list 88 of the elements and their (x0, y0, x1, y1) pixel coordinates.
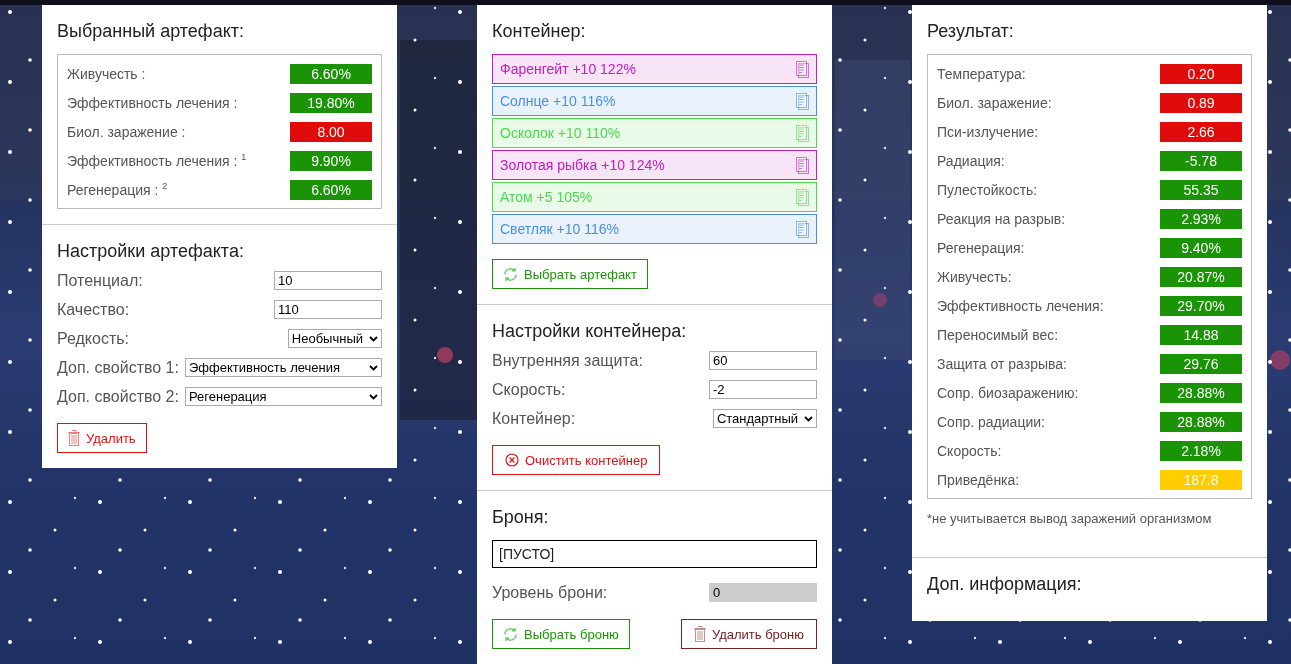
stat-value: 0.89 (1160, 92, 1242, 113)
field-label: Качество: (57, 300, 130, 319)
select-artifact-button[interactable]: Выбрать артефакт (492, 259, 648, 289)
document-icon (796, 92, 809, 110)
document-icon (796, 220, 809, 238)
input-field[interactable]: 60 (709, 351, 817, 370)
dropdown[interactable]: Эффективность лечения (184, 358, 382, 377)
trash-icon (693, 626, 706, 642)
delete-button[interactable]: Удалить (57, 423, 147, 453)
document-icon (796, 124, 809, 142)
chevron-icon (804, 415, 813, 422)
input-field[interactable]: -2 (709, 380, 817, 399)
stat-label: Температура: (937, 65, 1026, 82)
input-field[interactable]: 10 (274, 271, 382, 290)
input-field[interactable]: 110 (274, 300, 382, 319)
stat-label: Пси-излучение: (937, 123, 1039, 140)
stat-label: Биол. заражение: (937, 94, 1052, 111)
stat-label: Реакция на разрыв: (937, 210, 1066, 227)
stat-value: 14.88 (1160, 324, 1242, 345)
chevron-icon (369, 335, 378, 342)
field-label: Контейнер: (492, 409, 576, 428)
stat-value: 28.88% (1160, 411, 1242, 432)
stat-label: Регенерация: (937, 239, 1025, 256)
stat-label: Приведёнка: (937, 471, 1020, 488)
dropdown[interactable]: Стандартный (712, 409, 817, 428)
stat-value: 19.80% (290, 92, 372, 113)
document-icon (796, 156, 809, 174)
stat-value: 9.40% (1160, 237, 1242, 258)
section-title: Доп. информация: (927, 574, 1083, 596)
artifact-item[interactable]: Золотая рыбка +10 124% (492, 150, 817, 180)
artifact-item[interactable]: Фаренгейт +10 122% (492, 54, 817, 84)
dropdown[interactable]: Регенерация (184, 387, 382, 406)
document-icon (796, 188, 809, 206)
section-title: Выбранный артефакт: (57, 21, 245, 42)
stat-label: Переносимый вес: (937, 326, 1059, 343)
clear-button[interactable]: Очистить контейнер (492, 445, 661, 475)
field-label: Уровень брони: (492, 583, 608, 602)
section-title: Настройки контейнера: (492, 321, 688, 342)
stat-value: 9.90% (290, 150, 372, 171)
stat-value: 6.60% (290, 179, 372, 200)
dropdown[interactable]: Необычный (287, 329, 382, 348)
stat-value: 2.93% (1160, 208, 1242, 229)
chevron-icon (369, 393, 378, 400)
stat-value: -5.78 (1160, 150, 1242, 171)
clear-icon (505, 453, 519, 467)
field-label: Потенциал: (57, 271, 143, 290)
stat-value: 8.00 (290, 121, 372, 142)
stat-label: Эффективность лечения : $^{1}$ (67, 152, 247, 169)
stat-label: Регенерация : $^{2}$ (67, 181, 168, 198)
stat-label: Биол. заражение : (67, 123, 186, 140)
stat-label: Эффективность лечения : (67, 94, 238, 111)
stat-value: 6.60% (290, 63, 372, 84)
document-icon (796, 60, 809, 78)
field-label: Внутренняя защита: (492, 351, 643, 370)
stat-value: 187.8 (1160, 469, 1242, 490)
stat-value: 2.18% (1160, 440, 1242, 461)
section-title: Броня: (492, 507, 550, 528)
chevron-icon (369, 364, 378, 371)
stat-label: Живучесть : (67, 65, 146, 82)
field-label: Редкость: (57, 329, 130, 348)
delete-armor-button[interactable]: Удалить броню (680, 619, 817, 649)
stat-value: 28.88% (1160, 382, 1242, 403)
stat-value: 29.70% (1160, 295, 1242, 316)
stat-label: Радиация: (937, 152, 1005, 169)
stat-label: Сопр. радиации: (937, 413, 1045, 430)
stat-value: 20.87% (1160, 266, 1242, 287)
field-label: Доп. свойство 1: (57, 358, 179, 377)
stat-label: Скорость: (937, 442, 1002, 459)
section-title: Настройки артефакта: (57, 241, 245, 262)
stat-value: 0.20 (1160, 63, 1242, 84)
armor-field[interactable]: [ПУСТО] (492, 540, 817, 568)
stat-value: 55.35 (1160, 179, 1242, 200)
stat-value: 2.66 (1160, 121, 1242, 142)
stat-value: 29.76 (1160, 353, 1242, 374)
refresh-icon (503, 626, 518, 642)
stat-label: Защита от разрыва: (937, 355, 1067, 372)
stat-label: Живучесть: (937, 268, 1012, 285)
stat-label: Эффективность лечения: (937, 297, 1104, 314)
footnote: *не учитывается вывод заражений организмом (927, 511, 1213, 528)
trash-icon (68, 430, 80, 446)
section-title: Контейнер: (492, 21, 587, 42)
stat-label: Сопр. биозаражению: (937, 384, 1079, 401)
select-armor-button[interactable]: Выбрать броню (492, 619, 630, 649)
field-label: Доп. свойство 2: (57, 387, 179, 406)
section-title: Результат: (927, 21, 1015, 42)
field-label: Скорость: (492, 380, 566, 399)
refresh-icon (503, 266, 518, 282)
stat-label: Пулестойкость: (937, 181, 1038, 198)
